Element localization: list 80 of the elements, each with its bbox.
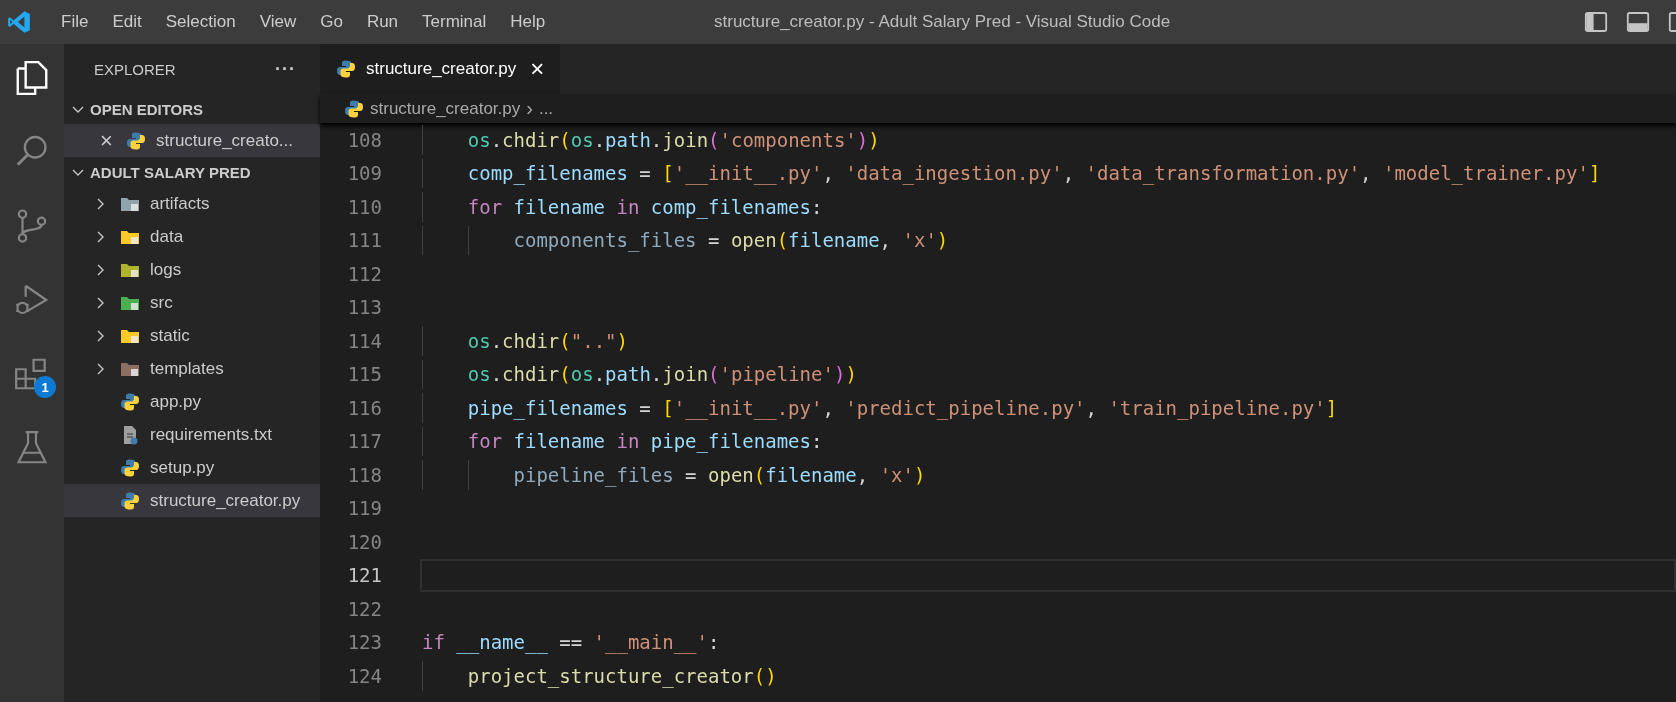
- line-number: 114: [346, 329, 382, 352]
- code-line: project_structure_creator(): [466, 664, 777, 687]
- file-tree-item[interactable]: data: [64, 220, 320, 253]
- app-logo-icon: [6, 9, 32, 35]
- notification-badge: 1: [34, 376, 56, 398]
- file-tree-item[interactable]: templates: [64, 352, 320, 385]
- close-button[interactable]: ×: [530, 55, 545, 83]
- file-tree-item[interactable]: requirements.txt: [64, 418, 320, 451]
- file-name: artifacts: [150, 193, 210, 214]
- file-tree-item[interactable]: app.py: [64, 385, 320, 418]
- file-tree-item[interactable]: static: [64, 319, 320, 352]
- file-tree-item[interactable]: logs: [64, 253, 320, 286]
- python-file-icon: [336, 59, 356, 79]
- file-name: structure_creator.py: [150, 490, 301, 511]
- code-line: pipeline_files = open(filename, 'x'): [512, 463, 926, 486]
- breadcrumb-item[interactable]: structure_creator.py: [370, 98, 521, 119]
- section-header[interactable]: OPEN EDITORS: [64, 94, 320, 124]
- file-tree-item[interactable]: structure_creator.py: [64, 484, 320, 517]
- line-number: 123: [346, 631, 382, 654]
- file-name: data: [150, 226, 184, 247]
- menu-item[interactable]: Help: [498, 12, 558, 32]
- line-number: 109: [346, 162, 382, 185]
- menu-item[interactable]: Terminal: [410, 12, 499, 32]
- close-button[interactable]: ×: [100, 127, 116, 154]
- line-number: 119: [346, 497, 382, 520]
- menu-item[interactable]: Selection: [153, 12, 248, 32]
- line-number: 124: [346, 664, 382, 687]
- file-name: requirements.txt: [150, 424, 272, 445]
- code-line: os.chdir(os.path.join('pipeline')): [466, 363, 857, 386]
- file-tree-item[interactable]: artifacts: [64, 187, 320, 220]
- editor-tab[interactable]: structure_creator.py ×: [320, 44, 561, 94]
- code-line: for filename in pipe_filenames:: [466, 430, 823, 453]
- breadcrumb-item[interactable]: ...: [538, 98, 554, 119]
- tab-label: structure_creator.py: [366, 59, 517, 79]
- line-number: 122: [346, 597, 382, 620]
- menu-item[interactable]: Run: [354, 12, 411, 32]
- menu-item[interactable]: Edit: [100, 12, 154, 32]
- line-number: 118: [346, 463, 382, 486]
- line-number: 110: [346, 195, 382, 218]
- code-line: pipe_filenames = ['__init__.py', 'predict_pipeline.py', 'train_pipeline.py']: [466, 396, 1338, 419]
- line-number: 120: [346, 530, 382, 553]
- file-name: src: [150, 292, 173, 313]
- python-file-icon: [344, 98, 364, 119]
- file-name: structure_creato...: [156, 130, 293, 151]
- line-number: 115: [346, 363, 382, 386]
- window-title: structure_creator.py - Adult Salary Pred - Visual Studio Code: [714, 12, 1171, 32]
- menu-item[interactable]: Go: [308, 12, 355, 32]
- more-actions-button[interactable]: ···: [275, 58, 296, 80]
- line-number: 121: [346, 564, 382, 587]
- code-line: os.chdir(os.path.join('components')): [466, 128, 880, 151]
- line-number: 113: [346, 296, 382, 319]
- file-tree-item[interactable]: setup.py: [64, 451, 320, 484]
- file-name: logs: [150, 259, 182, 280]
- file-name: app.py: [150, 391, 202, 412]
- sidebar-layout-icon[interactable]: [1584, 10, 1608, 34]
- menu-item[interactable]: File: [49, 12, 101, 32]
- file-name: static: [150, 325, 190, 346]
- python-file-icon: [120, 490, 140, 511]
- python-file-icon: [126, 130, 146, 151]
- line-number: 116: [346, 396, 382, 419]
- code-line: os.chdir(".."): [466, 329, 628, 352]
- code-line: comp_filenames = ['__init__.py', 'data_ingestion.py', 'data_transformation.py', 'model_trainer.py']: [466, 162, 1601, 185]
- file-name: setup.py: [150, 457, 215, 478]
- line-number: 111: [346, 229, 382, 252]
- section-header[interactable]: ADULT SALARY PRED: [64, 157, 320, 187]
- line-number: 108: [346, 128, 382, 151]
- line-number: 117: [346, 430, 382, 453]
- sidebar-title: EXPLORER: [94, 60, 176, 78]
- menu-item[interactable]: View: [247, 12, 309, 32]
- code-line: if __name__ == '__main__':: [422, 631, 720, 654]
- file-name: templates: [150, 358, 224, 379]
- code-line: for filename in comp_filenames:: [466, 195, 823, 218]
- code-line: components_files = open(filename, 'x'): [512, 229, 949, 252]
- line-number: 112: [346, 262, 382, 285]
- file-tree-item[interactable]: src: [64, 286, 320, 319]
- python-file-icon: [120, 391, 140, 412]
- python-file-icon: [120, 457, 140, 478]
- panel-layout-icon[interactable]: [1626, 10, 1650, 34]
- breadcrumb-separator: ›: [526, 97, 533, 120]
- file-tree-item[interactable]: × structure_creato...: [64, 124, 320, 157]
